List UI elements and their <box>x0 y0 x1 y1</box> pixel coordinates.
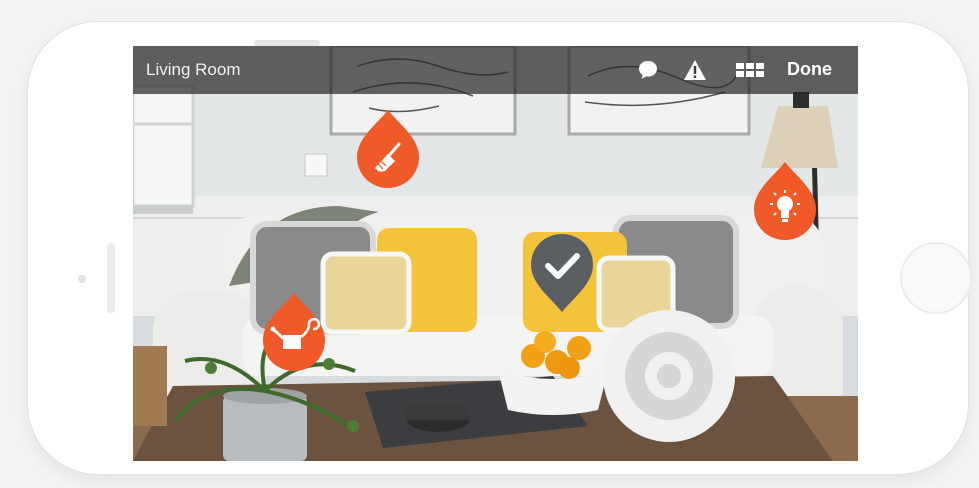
warning-icon[interactable] <box>682 58 708 82</box>
watering-can-marker[interactable] <box>261 291 327 378</box>
ar-room-view: Living Room Done <box>133 46 858 461</box>
front-camera <box>78 275 86 283</box>
home-button[interactable] <box>900 242 972 314</box>
grid-icon[interactable] <box>735 58 765 82</box>
lightbulb-marker[interactable] <box>752 160 818 247</box>
speaker-grille <box>107 243 115 313</box>
broom-marker[interactable] <box>355 108 421 195</box>
room-title: Living Room <box>146 60 241 79</box>
top-bar: Living Room Done <box>133 46 858 94</box>
checkmark-marker[interactable] <box>529 232 595 319</box>
done-button[interactable]: Done <box>787 59 832 80</box>
room-photo <box>133 46 858 461</box>
chat-bubble-icon[interactable] <box>635 58 661 82</box>
